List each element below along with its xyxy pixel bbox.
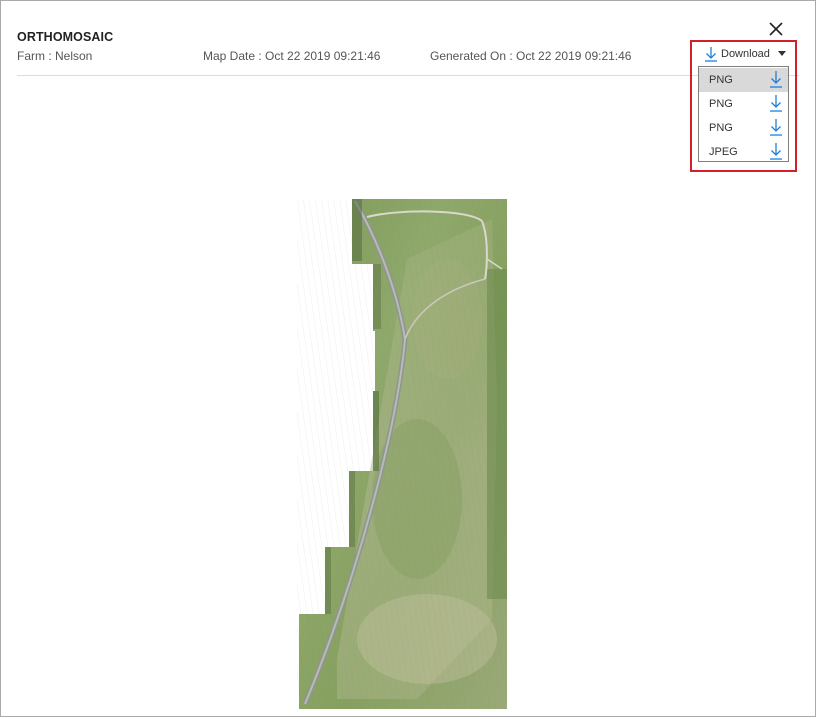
close-icon (769, 22, 783, 36)
menu-item-png-3[interactable]: PNG (699, 116, 788, 140)
orthomosaic-map-image (297, 199, 507, 709)
menu-item-png-2[interactable]: PNG (699, 92, 788, 116)
download-dropdown-button[interactable]: Download (704, 44, 786, 64)
menu-item-jpeg[interactable]: JPEG (699, 140, 788, 164)
download-label: Download (721, 48, 770, 60)
orthomosaic-dialog: ORTHOMOSAIC Farm : Nelson Map Date : Oct… (0, 0, 816, 717)
header-divider (17, 75, 799, 76)
format-label: PNG (709, 74, 733, 86)
page-title: ORTHOMOSAIC (17, 30, 114, 44)
download-arrow-icon[interactable] (769, 70, 783, 88)
download-format-menu: PNG PNG PNG JPEG (698, 66, 789, 162)
download-arrow-icon (705, 47, 717, 62)
download-arrow-icon[interactable] (769, 118, 783, 136)
field-aerial-image (297, 199, 507, 709)
menu-item-png-1[interactable]: PNG (699, 68, 788, 92)
map-date-label: Map Date : Oct 22 2019 09:21:46 (203, 49, 381, 63)
generated-on-label: Generated On : Oct 22 2019 09:21:46 (430, 49, 632, 63)
caret-down-icon (777, 51, 786, 56)
format-label: JPEG (709, 146, 738, 158)
download-arrow-icon[interactable] (769, 94, 783, 112)
close-button[interactable] (765, 18, 787, 40)
format-label: PNG (709, 122, 733, 134)
farm-label: Farm : Nelson (17, 49, 93, 63)
download-arrow-icon[interactable] (769, 142, 783, 160)
format-label: PNG (709, 98, 733, 110)
